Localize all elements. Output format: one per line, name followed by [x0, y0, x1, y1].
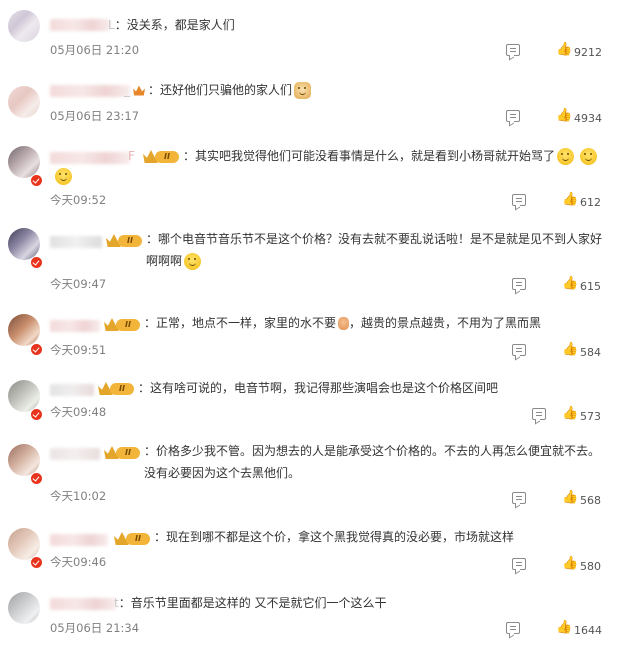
username[interactable]	[50, 320, 100, 332]
level-badge: II	[143, 150, 179, 164]
timestamp: 今天09:52	[50, 193, 107, 207]
crown-icon	[133, 85, 145, 96]
timestamp: 05月06日 21:20	[50, 43, 140, 57]
doge-emoji	[294, 82, 312, 99]
username[interactable]	[50, 598, 116, 610]
timestamp: 今天09:46	[50, 555, 107, 569]
comment-text: _ ：还好他们只骗他的家人们	[124, 79, 312, 101]
level-badge: II	[114, 532, 150, 546]
like-icon[interactable]: 👍	[562, 193, 578, 206]
verified-badge	[30, 556, 43, 569]
avatar[interactable]	[8, 592, 40, 624]
comment-text: ：这有啥可说的，电音节啊，我记得那些演唱会也是这个价格区间吧	[138, 381, 499, 395]
comment-text: ：现在到哪不都是这个价，拿这个黑我觉得真的没必要，市场就这样	[154, 530, 515, 544]
comment-icon[interactable]	[532, 408, 546, 420]
comment-icon[interactable]	[512, 194, 526, 206]
verified-badge	[30, 408, 43, 421]
like-count: 584	[580, 346, 601, 359]
like-count: 4934	[574, 112, 602, 125]
username-suffix: _	[124, 83, 130, 97]
level-badge: II	[106, 234, 142, 248]
username[interactable]	[50, 85, 130, 97]
smile-emoji	[55, 168, 72, 185]
smile-emoji	[579, 148, 597, 165]
username[interactable]	[50, 19, 110, 31]
comment-text: ：正常，地点不一样，家里的水不要 ，越贵的景点越贵，不用为了黑而黑	[144, 316, 542, 330]
like-icon[interactable]: 👍	[562, 343, 578, 356]
avatar[interactable]	[8, 10, 40, 42]
like-icon[interactable]: 👍	[562, 557, 578, 570]
comment-text: ：价格多少我不管。因为想去的人是能承受这个价格的。不去的人再怎么便宜就不去。没有…	[144, 444, 601, 480]
comment-icon[interactable]	[506, 622, 520, 634]
username[interactable]	[50, 448, 100, 460]
like-count: 612	[580, 196, 601, 209]
comment-item: II ：这有啥可说的，电音节啊，我记得那些演唱会也是这个价格区间吧 今天09:4…	[0, 370, 620, 432]
comment-icon[interactable]	[506, 110, 520, 122]
comment-text: ：其实吧我觉得他们可能没看事情是什么，就是看到小杨哥就开始骂了	[183, 145, 611, 167]
like-count: 580	[580, 560, 601, 573]
comment-text: t：音乐节里面都是这样的 又不是就它们一个这么干	[114, 596, 387, 610]
comment-item: t：音乐节里面都是这样的 又不是就它们一个这么干 05月06日 21:34 👍 …	[0, 580, 620, 655]
username[interactable]	[50, 384, 94, 396]
comment-icon[interactable]	[512, 558, 526, 570]
avatar[interactable]	[8, 86, 40, 118]
verified-badge	[30, 472, 43, 485]
verified-badge	[30, 256, 43, 269]
username[interactable]	[50, 236, 102, 248]
tongue-emoji	[184, 253, 202, 270]
like-icon[interactable]: 👍	[556, 109, 572, 122]
comment-item: II ：哪个电音节音乐节不是这个价格？没有去就不要乱说话啦！是不是就是见不到人家…	[0, 218, 620, 300]
like-count: 615	[580, 280, 601, 293]
like-count: 568	[580, 494, 601, 507]
comment-item: II ：价格多少我不管。因为想去的人是能承受这个价格的。不去的人再怎么便宜就不去…	[0, 432, 620, 512]
timestamp: 05月06日 21:34	[50, 621, 140, 635]
timestamp: 今天10:02	[50, 489, 107, 503]
like-icon[interactable]: 👍	[562, 277, 578, 290]
timestamp: 今天09:48	[50, 405, 107, 419]
timestamp: 今天09:51	[50, 343, 107, 357]
verified-badge	[30, 174, 43, 187]
verified-badge	[30, 343, 43, 356]
like-count: 9212	[574, 46, 602, 59]
like-icon[interactable]: 👍	[562, 407, 578, 420]
comment-item: _ ：还好他们只骗他的家人们 05月06日 23:17 👍 4934	[0, 70, 620, 138]
hand-emoji	[338, 317, 350, 330]
avatar[interactable]	[8, 314, 40, 346]
like-icon[interactable]: 👍	[562, 491, 578, 504]
comment-icon[interactable]	[506, 44, 520, 56]
level-badge: II	[104, 446, 140, 460]
comment-text: ：哪个电音节音乐节不是这个价格？没有去就不要乱说话啦！是不是就是见不到人家好啊啊…	[146, 232, 603, 270]
level-badge: II	[104, 318, 140, 332]
comment-icon[interactable]	[512, 278, 526, 290]
comment-icon[interactable]	[512, 492, 526, 504]
like-icon[interactable]: 👍	[556, 621, 572, 634]
like-icon[interactable]: 👍	[556, 43, 572, 56]
like-count: 573	[580, 410, 601, 423]
comment-item: II ：现在到哪不都是这个价，拿这个黑我觉得真的没必要，市场就这样 今天09:4…	[0, 512, 620, 580]
comment-text: L：没关系，都是家人们	[108, 18, 235, 32]
timestamp: 05月06日 23:17	[50, 109, 140, 123]
level-badge: II	[98, 382, 134, 396]
username[interactable]	[50, 534, 108, 546]
smile-emoji	[557, 148, 575, 165]
username[interactable]	[50, 152, 130, 164]
comment-item: L：没关系，都是家人们 05月06日 21:20 👍 9212	[0, 0, 620, 70]
comment-item: II ：正常，地点不一样，家里的水不要 ，越贵的景点越贵，不用为了黑而黑 今天09…	[0, 300, 620, 370]
timestamp: 今天09:47	[50, 277, 107, 291]
like-count: 1644	[574, 624, 602, 637]
comment-item: F II ：其实吧我觉得他们可能没看事情是什么，就是看到小杨哥就开始骂了 今天0…	[0, 138, 620, 218]
comment-icon[interactable]	[512, 344, 526, 356]
username-suffix: L	[108, 18, 115, 32]
username-suffix: F	[128, 149, 135, 163]
